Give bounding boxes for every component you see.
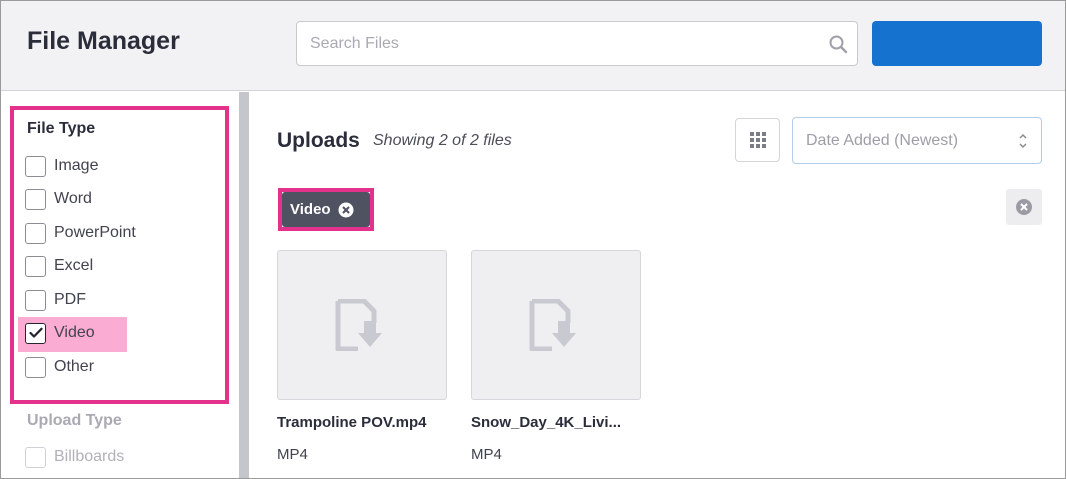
- checkbox[interactable]: [25, 356, 46, 378]
- checkbox-checked[interactable]: [25, 322, 46, 344]
- grid-view-button[interactable]: [735, 118, 780, 162]
- file-thumbnail[interactable]: [471, 250, 641, 400]
- checkbox[interactable]: [25, 188, 46, 210]
- page-title: Uploads: [277, 129, 360, 152]
- close-circle-icon: [1016, 199, 1032, 215]
- file-count-text: Showing 2 of 2 files: [373, 132, 512, 149]
- primary-action-button[interactable]: [872, 21, 1042, 66]
- filter-option-other[interactable]: Other: [25, 354, 94, 380]
- checkbox[interactable]: [25, 289, 46, 311]
- search-box[interactable]: [296, 21, 858, 66]
- filter-option-billboards[interactable]: Billboards: [25, 444, 124, 470]
- app-window: File Manager File Type Image Word PowerP…: [0, 0, 1066, 479]
- checkmark-icon: [28, 327, 43, 338]
- search-icon[interactable]: [828, 34, 848, 54]
- file-type: MP4: [471, 446, 502, 463]
- filter-option-label: Video: [54, 324, 95, 341]
- upload-type-heading: Upload Type: [27, 412, 122, 429]
- search-input[interactable]: [297, 22, 817, 65]
- filter-option-powerpoint[interactable]: PowerPoint: [25, 220, 136, 246]
- filter-option-label: Other: [54, 358, 95, 375]
- file-card[interactable]: Trampoline POV.mp4 MP4: [277, 250, 447, 463]
- filter-option-image[interactable]: Image: [25, 153, 98, 179]
- header: File Manager: [1, 1, 1065, 91]
- sidebar-scrollbar[interactable]: [239, 92, 249, 478]
- checkbox[interactable]: [25, 255, 46, 277]
- file-download-icon: [529, 299, 576, 351]
- filter-sidebar: File Type Image Word PowerPoint Excel PD…: [1, 92, 239, 478]
- grid-icon: [750, 132, 766, 148]
- clear-filters-button[interactable]: [1006, 189, 1042, 225]
- sort-dropdown[interactable]: Date Added (Newest): [792, 117, 1042, 164]
- active-filter-chip[interactable]: Video: [282, 192, 370, 227]
- uploads-panel: Uploads Showing 2 of 2 files Date Added …: [249, 92, 1065, 478]
- filter-option-label: Word: [54, 190, 92, 207]
- filter-option-label: Image: [54, 157, 99, 174]
- sort-selected-value: Date Added (Newest): [806, 132, 959, 149]
- active-filter-label: Video: [290, 201, 331, 218]
- filter-option-word[interactable]: Word: [25, 186, 92, 212]
- filter-option-label: PDF: [54, 291, 86, 308]
- sort-arrows-icon: [1019, 133, 1027, 149]
- filter-option-label: Excel: [54, 257, 94, 274]
- checkbox[interactable]: [25, 155, 46, 177]
- filter-option-label: Billboards: [54, 448, 125, 465]
- checkbox[interactable]: [25, 446, 46, 468]
- file-download-icon: [335, 299, 382, 351]
- file-type: MP4: [277, 446, 308, 463]
- filter-option-excel[interactable]: Excel: [25, 253, 93, 279]
- checkbox[interactable]: [25, 222, 46, 244]
- remove-filter-icon[interactable]: [338, 202, 354, 218]
- filter-option-label: PowerPoint: [54, 224, 136, 241]
- file-card[interactable]: Snow_Day_4K_Livi... MP4: [471, 250, 641, 463]
- file-name[interactable]: Snow_Day_4K_Livi...: [471, 414, 641, 431]
- filter-option-video[interactable]: Video: [25, 320, 95, 346]
- file-type-heading: File Type: [27, 120, 96, 137]
- file-name[interactable]: Trampoline POV.mp4: [277, 414, 447, 431]
- filter-option-pdf[interactable]: PDF: [25, 287, 86, 313]
- app-title: File Manager: [27, 27, 180, 55]
- file-thumbnail[interactable]: [277, 250, 447, 400]
